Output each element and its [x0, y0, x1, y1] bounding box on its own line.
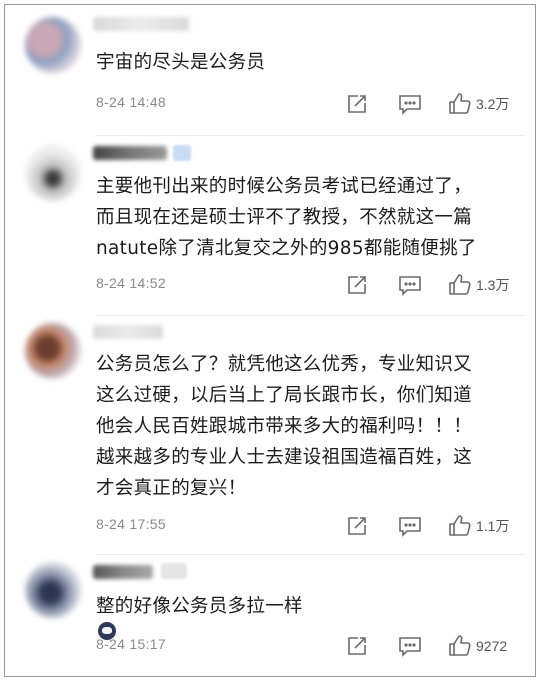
reply-button[interactable]	[398, 90, 422, 118]
comment-icon	[399, 95, 421, 115]
like-button[interactable]: 1.3万	[448, 271, 509, 299]
comment-meta: 8-24 14:52 1.3万	[96, 271, 526, 299]
avatar[interactable]	[25, 323, 81, 379]
share-icon	[348, 517, 366, 535]
comment-text-line: 主要他刊出来的时候公务员考试已经通过了，	[96, 176, 473, 197]
share-button[interactable]	[346, 90, 368, 118]
comment-text-line: 而且现在还是硕士评不了教授，不然就这一篇	[96, 207, 473, 228]
like-button[interactable]: 1.1万	[448, 512, 509, 540]
reply-button[interactable]	[398, 271, 422, 299]
divider	[96, 315, 525, 316]
like-count: 1.3万	[476, 277, 510, 293]
thumbs-up-icon	[449, 515, 471, 536]
share-button[interactable]	[346, 271, 368, 299]
username[interactable]	[93, 17, 189, 31]
avatar[interactable]	[25, 562, 81, 618]
comment-text-line: 他会人民百姓跟城市带来多大的福利吗！！！	[96, 416, 473, 437]
comment-text-line: 越来越多的专业人士去建设祖国造福百姓，这	[96, 447, 473, 468]
comment-icon	[399, 637, 421, 657]
like-count: 9272	[476, 638, 508, 654]
comment-meta: 8-24 15:17 9272	[96, 632, 526, 660]
timestamp: 8-24 14:48	[96, 94, 166, 110]
share-button[interactable]	[346, 512, 368, 540]
reply-button[interactable]	[398, 632, 422, 660]
like-button[interactable]: 9272	[448, 632, 507, 660]
like-button[interactable]: 3.2万	[448, 90, 509, 118]
divider	[96, 554, 525, 555]
comment-text-line: 公务员怎么了？就凭他这么优秀，专业知识又	[96, 354, 473, 375]
comment-meta: 8-24 17:55 1.1万	[96, 512, 526, 540]
verified-badge	[173, 145, 191, 161]
verified-badge	[161, 563, 187, 579]
share-icon	[348, 276, 366, 294]
timestamp: 8-24 15:17	[96, 636, 166, 652]
reply-button[interactable]	[398, 512, 422, 540]
comment-text: 主要他刊出来的时候公务员考试已经通过了， 而且现在还是硕士评不了教授，不然就这一…	[96, 171, 521, 264]
share-icon	[348, 637, 366, 655]
timestamp: 8-24 17:55	[96, 516, 166, 532]
comment-text-line: natute除了清北复交之外的985都能随便挑了	[96, 238, 477, 259]
comment-text-line: 宇宙的尽头是公务员	[96, 52, 266, 73]
comment-text: 宇宙的尽头是公务员	[96, 47, 521, 78]
comment-meta: 8-24 14:48 3.2万	[96, 90, 526, 118]
divider	[96, 135, 525, 136]
avatar[interactable]	[25, 17, 81, 73]
timestamp: 8-24 14:52	[96, 275, 166, 291]
share-button[interactable]	[346, 632, 368, 660]
avatar[interactable]	[25, 145, 81, 201]
username[interactable]	[93, 325, 163, 339]
comment-icon	[399, 276, 421, 296]
thumbs-up-icon	[449, 93, 471, 114]
comment-text-line: 才会真正的复兴！	[96, 478, 247, 499]
thumbs-up-icon	[449, 635, 471, 656]
comment-text-content: 整的好像公务员多拉一样	[96, 596, 303, 617]
comment-text: 公务员怎么了？就凭他这么优秀，专业知识又 这么过硬，以后当上了局长跟市长，你们知…	[96, 349, 521, 504]
username[interactable]	[93, 565, 153, 579]
comment-icon	[399, 517, 421, 537]
like-count: 3.2万	[476, 96, 510, 112]
comment-text-line: 这么过硬，以后当上了局长跟市长，你们知道	[96, 385, 473, 406]
thumbs-up-icon	[449, 274, 471, 295]
share-icon	[348, 95, 366, 113]
username[interactable]	[93, 146, 167, 160]
like-count: 1.1万	[476, 518, 510, 534]
comment-list: 宇宙的尽头是公务员 8-24 14:48 3.2万 主要他刊出来的时候公务员考试…	[4, 4, 536, 677]
